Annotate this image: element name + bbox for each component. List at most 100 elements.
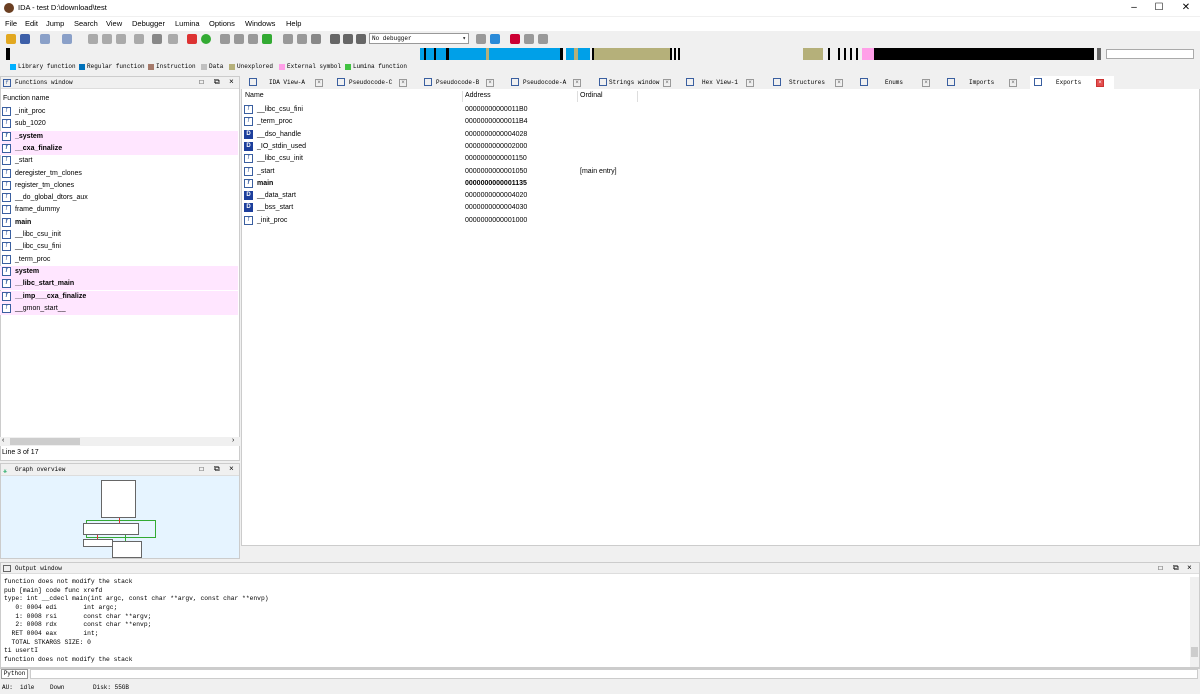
menu-jump[interactable]: Jump	[46, 19, 64, 28]
close-icon[interactable]: ×	[1187, 563, 1192, 574]
save-icon[interactable]	[20, 34, 30, 44]
step-over-icon[interactable]	[490, 34, 500, 44]
horizontal-scrollbar[interactable]: ‹ ›	[0, 437, 240, 446]
tab-exports[interactable]: Exports ×	[1030, 76, 1114, 89]
down-icon[interactable]	[152, 34, 162, 44]
export-row[interactable]: D __dso_handle 0000000000004028	[242, 129, 662, 141]
function-row[interactable]: f system	[0, 265, 238, 278]
open-icon[interactable]	[6, 34, 16, 44]
close-icon[interactable]: ×	[229, 77, 234, 89]
tab-enums[interactable]: Enums ×	[856, 76, 940, 89]
column-header-address[interactable]: Address	[465, 92, 491, 99]
debugger-select[interactable]: No debugger ▾	[369, 33, 469, 44]
tab-ida-view-a[interactable]: IDA View-A ×	[245, 76, 329, 89]
menu-search[interactable]: Search	[74, 19, 98, 28]
export-row[interactable]: f __libc_csu_init 0000000000001150	[242, 153, 662, 165]
float-icon[interactable]: ☐	[199, 77, 204, 89]
function-row[interactable]: f __libc_csu_fini	[0, 241, 238, 253]
menu-edit[interactable]: Edit	[25, 19, 38, 28]
python-button[interactable]: Python	[1, 669, 28, 679]
data-icon[interactable]	[220, 34, 230, 44]
tab-close-icon[interactable]: ×	[315, 79, 323, 87]
breakpoint-icon[interactable]	[510, 34, 520, 44]
tab-close-icon[interactable]: ×	[1009, 79, 1017, 87]
float-icon[interactable]: ☐	[1158, 563, 1163, 574]
function-row[interactable]: f _system	[0, 130, 238, 143]
export-row[interactable]: f main 0000000000001135	[242, 178, 662, 190]
function-row[interactable]: f _init_proc	[0, 106, 238, 118]
stop-icon[interactable]	[187, 34, 197, 44]
column-header-function-name[interactable]: Function name	[3, 95, 49, 102]
menu-view[interactable]: View	[106, 19, 122, 28]
nav-address-select[interactable]	[1106, 49, 1194, 59]
tab-structures[interactable]: Structures ×	[769, 76, 853, 89]
tab-close-icon[interactable]: ×	[922, 79, 930, 87]
struct-icon[interactable]	[234, 34, 244, 44]
export-row[interactable]: f _term_proc 00000000000011B4	[242, 116, 662, 128]
scrollbar-thumb[interactable]	[10, 438, 80, 445]
menu-windows[interactable]: Windows	[245, 19, 275, 28]
pin-icon[interactable]: ⧉	[1173, 563, 1179, 574]
export-row[interactable]: D __data_start 0000000000004020	[242, 190, 662, 202]
nav-right-arrow[interactable]	[1097, 48, 1101, 60]
scroll-left-icon[interactable]: ‹	[2, 437, 4, 444]
pen-icon[interactable]	[283, 34, 293, 44]
tab-hex-view-1[interactable]: Hex View-1 ×	[682, 76, 766, 89]
menu-debugger[interactable]: Debugger	[132, 19, 165, 28]
float-icon[interactable]: ☐	[199, 464, 204, 476]
close-button[interactable]: ✕	[1174, 0, 1198, 16]
bin3-icon[interactable]	[116, 34, 126, 44]
trace-icon[interactable]	[524, 34, 534, 44]
menu-lumina[interactable]: Lumina	[175, 19, 200, 28]
export-row[interactable]: D _IO_stdin_used 0000000000002000	[242, 141, 662, 153]
menu-options[interactable]: Options	[209, 19, 235, 28]
tab-close-icon[interactable]: ×	[663, 79, 671, 87]
function-row[interactable]: f main	[0, 217, 238, 229]
export-row[interactable]: f __libc_csu_fini 00000000000011B0	[242, 104, 662, 116]
vertical-scrollbar[interactable]	[1190, 577, 1199, 667]
arrow-icon[interactable]	[262, 34, 272, 44]
trace2-icon[interactable]	[538, 34, 548, 44]
pause-icon[interactable]	[343, 34, 353, 44]
scroll-right-icon[interactable]: ›	[232, 437, 234, 444]
minimize-button[interactable]: –	[1122, 0, 1146, 16]
menu-file[interactable]: File	[5, 19, 17, 28]
tab-close-icon[interactable]: ×	[1096, 79, 1104, 87]
function-row[interactable]: f __gmon_start__	[0, 302, 238, 315]
function-row[interactable]: f frame_dummy	[0, 204, 238, 216]
function-row[interactable]: f __libc_start_main	[0, 278, 238, 291]
scrollbar-thumb[interactable]	[1191, 647, 1198, 657]
function-row[interactable]: f __libc_csu_init	[0, 229, 238, 241]
maximize-button[interactable]: ☐	[1147, 0, 1171, 16]
column-header-name[interactable]: Name	[245, 92, 264, 99]
tab-close-icon[interactable]: ×	[399, 79, 407, 87]
tab-close-icon[interactable]: ×	[835, 79, 843, 87]
function-row[interactable]: f __cxa_finalize	[0, 142, 238, 155]
close-icon[interactable]: ×	[229, 464, 234, 476]
step-icon[interactable]	[476, 34, 486, 44]
export-row[interactable]: f _init_proc 0000000000001000	[242, 215, 662, 227]
function-row[interactable]: f _term_proc	[0, 254, 238, 266]
patch-icon[interactable]	[297, 34, 307, 44]
graph-overview[interactable]: ⚹ Graph overview ☐ ⧉ ×	[0, 463, 240, 559]
list-icon[interactable]	[168, 34, 178, 44]
function-row[interactable]: f sub_1020	[0, 118, 238, 130]
navigation-band[interactable]	[6, 48, 1194, 60]
tab-close-icon[interactable]: ×	[746, 79, 754, 87]
tab-imports[interactable]: Imports ×	[943, 76, 1027, 89]
bin2-icon[interactable]	[102, 34, 112, 44]
function-row[interactable]: f __do_global_dtors_aux	[0, 192, 238, 204]
edit-icon[interactable]	[248, 34, 258, 44]
function-row[interactable]: f deregister_tm_clones	[0, 168, 238, 180]
menu-help[interactable]: Help	[286, 19, 301, 28]
python-input[interactable]	[30, 669, 1198, 679]
function-row[interactable]: f _start	[0, 155, 238, 167]
column-header-ordinal[interactable]: Ordinal	[580, 92, 603, 99]
forward-icon[interactable]	[62, 34, 72, 44]
export-row[interactable]: f _start 0000000000001050 [main entry]	[242, 166, 662, 178]
back-icon[interactable]	[40, 34, 50, 44]
nav-left-arrow[interactable]	[6, 48, 10, 60]
run-icon[interactable]	[201, 34, 211, 44]
bin-icon[interactable]	[88, 34, 98, 44]
terminate-icon[interactable]	[356, 34, 366, 44]
